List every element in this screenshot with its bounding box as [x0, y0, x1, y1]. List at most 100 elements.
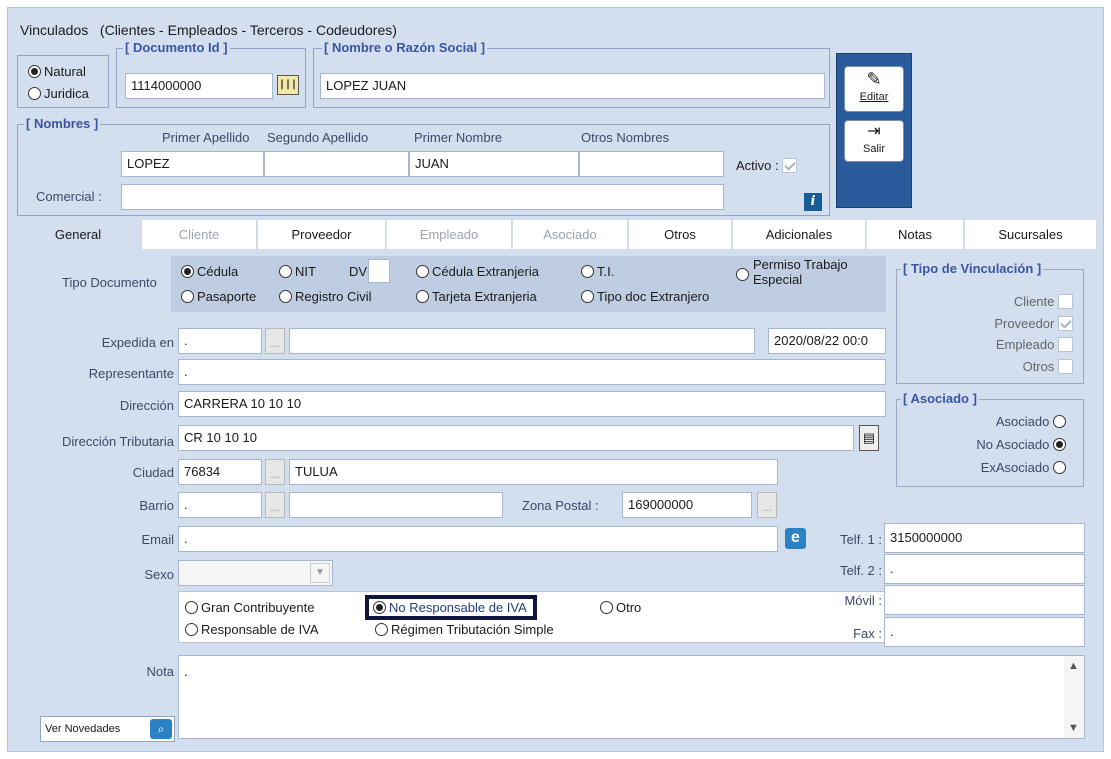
- asociado-group: [ Asociado ] Asociado No Asociado ExAsoc…: [896, 391, 1084, 487]
- radio-natural[interactable]: Natural: [28, 64, 86, 79]
- representante-label: Representante: [88, 366, 174, 381]
- nombre-group: [ Nombre o Razón Social ] LOPEZ JUAN: [313, 40, 830, 108]
- asociado-legend: [ Asociado ]: [901, 391, 979, 406]
- nota-textarea[interactable]: . ▲ ▼: [178, 655, 1085, 739]
- ver-novedades-button[interactable]: Ver Novedades ⌕: [40, 716, 175, 742]
- radio-pasaporte[interactable]: Pasaporte: [181, 289, 256, 304]
- vinc-cliente-checkbox[interactable]: Cliente: [1014, 294, 1073, 309]
- permiso-trabajo-label: Permiso Trabajo Especial: [753, 257, 848, 287]
- radio-cedula-extranjeria[interactable]: Cédula Extranjeria: [416, 264, 539, 279]
- radio-regimen-simple[interactable]: Régimen Tributación Simple: [375, 622, 554, 637]
- barrio-name-input[interactable]: [289, 492, 503, 518]
- expedida-name-input[interactable]: [289, 328, 755, 354]
- vinc-empleado-checkbox[interactable]: Empleado: [996, 337, 1073, 352]
- scroll-down-icon[interactable]: ▼: [1068, 722, 1079, 734]
- sexo-select[interactable]: ▼: [178, 560, 333, 586]
- nombre-legend: [ Nombre o Razón Social ]: [322, 40, 488, 56]
- documento-group: [ Documento Id ] 1114000000 |||: [116, 40, 306, 108]
- email-icon[interactable]: e: [785, 528, 806, 549]
- edit-icon: ✎: [866, 69, 882, 89]
- action-panel: ✎ Editar ⇥ Salir: [836, 53, 912, 208]
- nota-label: Nota: [146, 664, 174, 679]
- radio-ti[interactable]: T.I.: [581, 264, 614, 279]
- radio-permiso-trabajo[interactable]: [736, 267, 752, 282]
- radio-no-responsable-iva[interactable]: No Responsable de IVA: [365, 595, 537, 620]
- tab-general[interactable]: General: [16, 220, 141, 250]
- primer-apellido-label: Primer Apellido: [162, 130, 250, 145]
- radio-responsable-iva[interactable]: Responsable de IVA: [185, 622, 319, 637]
- expedida-lookup-button[interactable]: ...: [265, 328, 285, 354]
- zona-postal-label: Zona Postal :: [522, 498, 599, 513]
- tab-notas[interactable]: Notas: [867, 220, 964, 250]
- scroll-up-icon[interactable]: ▲: [1068, 660, 1079, 672]
- telf1-input[interactable]: 3150000000: [884, 523, 1085, 553]
- nombres-legend: [ Nombres ]: [24, 116, 101, 132]
- direccion-tributaria-input[interactable]: CR 10 10 10: [178, 425, 854, 451]
- zona-lookup-button[interactable]: ...: [757, 492, 777, 518]
- activo-checkbox[interactable]: Activo :: [736, 158, 798, 173]
- tab-otros[interactable]: Otros: [629, 220, 732, 250]
- dv-input[interactable]: [368, 259, 390, 283]
- otros-nombres-input[interactable]: [579, 151, 724, 177]
- radio-asociado[interactable]: Asociado: [996, 414, 1069, 429]
- ciudad-code-input[interactable]: 76834: [178, 459, 262, 485]
- tab-adicionales[interactable]: Adicionales: [733, 220, 866, 250]
- vinc-otros-checkbox[interactable]: Otros: [1023, 359, 1073, 374]
- barrio-code-input[interactable]: .: [178, 492, 262, 518]
- tab-empleado[interactable]: Empleado: [387, 220, 512, 250]
- tab-asociado[interactable]: Asociado: [513, 220, 628, 250]
- telf2-label: Telf. 2 :: [840, 563, 882, 578]
- radio-tipo-doc-extranjero[interactable]: Tipo doc Extranjero: [581, 289, 709, 304]
- salir-label: Salir: [862, 143, 885, 155]
- tab-proveedor[interactable]: Proveedor: [258, 220, 386, 250]
- salir-button[interactable]: ⇥ Salir: [844, 120, 904, 162]
- nota-scrollbar[interactable]: ▲ ▼: [1064, 656, 1084, 738]
- radio-juridica[interactable]: Juridica: [28, 86, 89, 101]
- direccion-input[interactable]: CARRERA 10 10 10: [178, 391, 886, 417]
- nombre-input[interactable]: LOPEZ JUAN: [320, 73, 825, 99]
- radio-nit[interactable]: NIT: [279, 264, 316, 279]
- radio-tarjeta-extranjeria[interactable]: Tarjeta Extranjeria: [416, 289, 537, 304]
- direccion-label: Dirección: [119, 398, 174, 413]
- tipo-documento-group: Cédula NIT DV Cédula Extranjeria T.I. Pe…: [171, 256, 886, 312]
- tab-sucursales[interactable]: Sucursales: [965, 220, 1097, 250]
- primer-apellido-input[interactable]: LOPEZ: [121, 151, 264, 177]
- tab-bar: General Cliente Proveedor Empleado Asoci…: [16, 220, 1097, 250]
- barcode-icon[interactable]: |||: [277, 75, 299, 95]
- ciudad-label: Ciudad: [132, 465, 174, 480]
- chevron-down-icon: ▼: [310, 563, 330, 583]
- barrio-lookup-button[interactable]: ...: [265, 492, 285, 518]
- segundo-apellido-input[interactable]: [264, 151, 409, 177]
- radio-registro-civil[interactable]: Registro Civil: [279, 289, 372, 304]
- vinc-proveedor-checkbox[interactable]: Proveedor: [994, 316, 1073, 331]
- representante-input[interactable]: .: [178, 359, 886, 385]
- radio-cedula[interactable]: Cédula: [181, 264, 238, 279]
- primer-nombre-input[interactable]: JUAN: [409, 151, 579, 177]
- fax-label: Fax :: [853, 626, 882, 641]
- exit-icon: ⇥: [867, 123, 881, 140]
- ciudad-lookup-button[interactable]: ...: [265, 459, 285, 485]
- ciudad-name-input[interactable]: TULUA: [289, 459, 778, 485]
- documento-input[interactable]: 1114000000: [125, 73, 273, 99]
- movil-input[interactable]: [884, 585, 1085, 615]
- fecha-input[interactable]: 2020/08/22 00:0: [768, 328, 886, 354]
- radio-no-asociado[interactable]: No Asociado: [976, 437, 1069, 452]
- zona-postal-input[interactable]: 169000000: [622, 492, 752, 518]
- telf2-input[interactable]: .: [884, 554, 1085, 584]
- tab-cliente[interactable]: Cliente: [142, 220, 257, 250]
- editar-button[interactable]: ✎ Editar: [844, 66, 904, 112]
- fax-input[interactable]: .: [884, 617, 1085, 647]
- radio-gran-contribuyente[interactable]: Gran Contribuyente: [185, 600, 314, 615]
- primer-nombre-label: Primer Nombre: [414, 130, 503, 145]
- editar-label: Editar: [859, 91, 889, 103]
- document-icon[interactable]: ▤: [859, 425, 879, 451]
- radio-exasociado[interactable]: ExAsociado: [981, 460, 1069, 475]
- comercial-input[interactable]: [121, 184, 724, 210]
- email-input[interactable]: .: [178, 526, 778, 552]
- info-icon[interactable]: i: [804, 193, 822, 211]
- movil-label: Móvil :: [844, 593, 882, 608]
- general-panel: Tipo Documento Cédula NIT DV Cédula Extr…: [16, 249, 1097, 746]
- radio-otro[interactable]: Otro: [600, 600, 641, 615]
- expedida-code-input[interactable]: .: [178, 328, 262, 354]
- regimen-group: Gran Contribuyente No Responsable de IVA…: [178, 591, 886, 643]
